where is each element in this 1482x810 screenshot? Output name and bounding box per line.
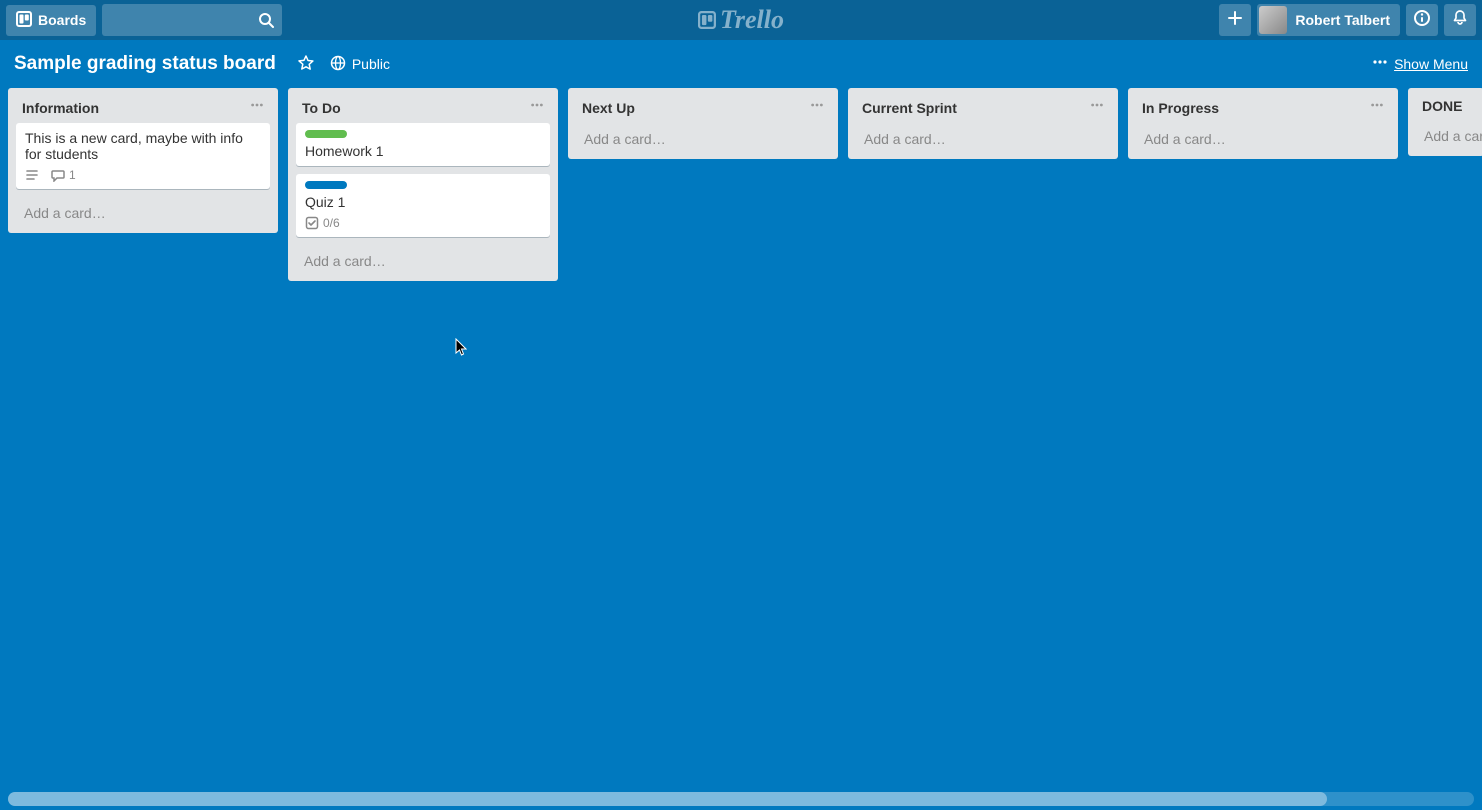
visibility-button[interactable]: Public — [322, 51, 398, 78]
list-done[interactable]: DONE Add a card… — [1408, 88, 1482, 156]
card-badges: 1 — [25, 168, 261, 182]
comments-badge: 1 — [51, 168, 76, 182]
bell-icon — [1451, 9, 1469, 32]
top-header: Boards Trello Robert Talbert — [0, 0, 1482, 40]
list-menu-button[interactable] — [250, 98, 264, 117]
list-title[interactable]: In Progress — [1142, 100, 1219, 116]
star-button[interactable] — [290, 51, 322, 78]
checklist-icon — [305, 216, 319, 230]
checklist-count: 0/6 — [323, 216, 340, 230]
board-canvas[interactable]: Information This is a new card, maybe wi… — [0, 88, 1482, 810]
globe-icon — [330, 55, 346, 74]
card-text: Homework 1 — [305, 143, 541, 159]
card-text: Quiz 1 — [305, 194, 541, 210]
list-title[interactable]: DONE — [1422, 98, 1462, 114]
show-menu-link[interactable]: Show Menu — [1394, 56, 1468, 72]
list-information[interactable]: Information This is a new card, maybe wi… — [8, 88, 278, 233]
add-card-button[interactable]: Add a card… — [1414, 120, 1478, 152]
list-header: Current Sprint — [854, 94, 1112, 123]
board-title[interactable]: Sample grading status board — [14, 53, 276, 75]
list-in-progress[interactable]: In Progress Add a card… — [1128, 88, 1398, 159]
list-title[interactable]: Current Sprint — [862, 100, 957, 116]
boards-button[interactable]: Boards — [6, 5, 96, 36]
visibility-label: Public — [352, 56, 390, 72]
top-right: Robert Talbert — [1219, 4, 1476, 36]
list-current-sprint[interactable]: Current Sprint Add a card… — [848, 88, 1118, 159]
card[interactable]: This is a new card, maybe with info for … — [16, 123, 270, 189]
board-header-right: Show Menu — [1372, 54, 1468, 75]
board-icon — [16, 11, 32, 30]
cursor-icon — [455, 338, 467, 356]
horizontal-scrollbar[interactable] — [8, 792, 1474, 806]
list-menu-button[interactable] — [1370, 98, 1384, 117]
comment-count: 1 — [69, 168, 76, 182]
board-header: Sample grading status board Public Show … — [0, 40, 1482, 88]
list-header: Information — [14, 94, 272, 123]
add-card-button[interactable]: Add a card… — [294, 245, 552, 277]
add-card-button[interactable]: Add a card… — [1134, 123, 1392, 155]
app-logo[interactable]: Trello — [698, 5, 784, 35]
avatar — [1259, 6, 1287, 34]
list-menu-button[interactable] — [810, 98, 824, 117]
list-menu-button[interactable] — [1090, 98, 1104, 117]
create-button[interactable] — [1219, 4, 1251, 36]
user-name: Robert Talbert — [1295, 12, 1390, 28]
list-menu-button[interactable] — [530, 98, 544, 117]
card[interactable]: Homework 1 — [296, 123, 550, 166]
star-icon — [298, 55, 314, 74]
card-label-blue[interactable] — [305, 181, 347, 189]
plus-icon — [1226, 9, 1244, 32]
list-title[interactable]: Next Up — [582, 100, 635, 116]
info-icon — [1413, 9, 1431, 32]
card-text: This is a new card, maybe with info for … — [25, 130, 261, 162]
card[interactable]: Quiz 1 0/6 — [296, 174, 550, 237]
list-header: To Do — [294, 94, 552, 123]
add-card-button[interactable]: Add a card… — [574, 123, 832, 155]
user-menu-button[interactable]: Robert Talbert — [1257, 4, 1400, 36]
comment-icon — [51, 168, 65, 182]
add-card-button[interactable]: Add a card… — [14, 197, 272, 229]
top-left: Boards — [6, 4, 282, 36]
list-next-up[interactable]: Next Up Add a card… — [568, 88, 838, 159]
card-badges: 0/6 — [305, 216, 541, 230]
list-title[interactable]: To Do — [302, 100, 341, 116]
board-icon — [698, 11, 716, 29]
checklist-badge: 0/6 — [305, 216, 340, 230]
card-label-green[interactable] — [305, 130, 347, 138]
list-header: In Progress — [1134, 94, 1392, 123]
add-card-button[interactable]: Add a card… — [854, 123, 1112, 155]
search-input[interactable] — [102, 4, 282, 36]
boards-label: Boards — [38, 12, 86, 28]
ellipsis-icon — [1372, 54, 1388, 75]
description-icon — [25, 168, 39, 182]
list-header: DONE — [1414, 94, 1478, 120]
logo-text: Trello — [720, 5, 784, 35]
list-todo[interactable]: To Do Homework 1 Quiz 1 0/6 Add a card… — [288, 88, 558, 281]
list-header: Next Up — [574, 94, 832, 123]
info-button[interactable] — [1406, 4, 1438, 36]
list-title[interactable]: Information — [22, 100, 99, 116]
notifications-button[interactable] — [1444, 4, 1476, 36]
scrollbar-thumb[interactable] — [8, 792, 1327, 806]
